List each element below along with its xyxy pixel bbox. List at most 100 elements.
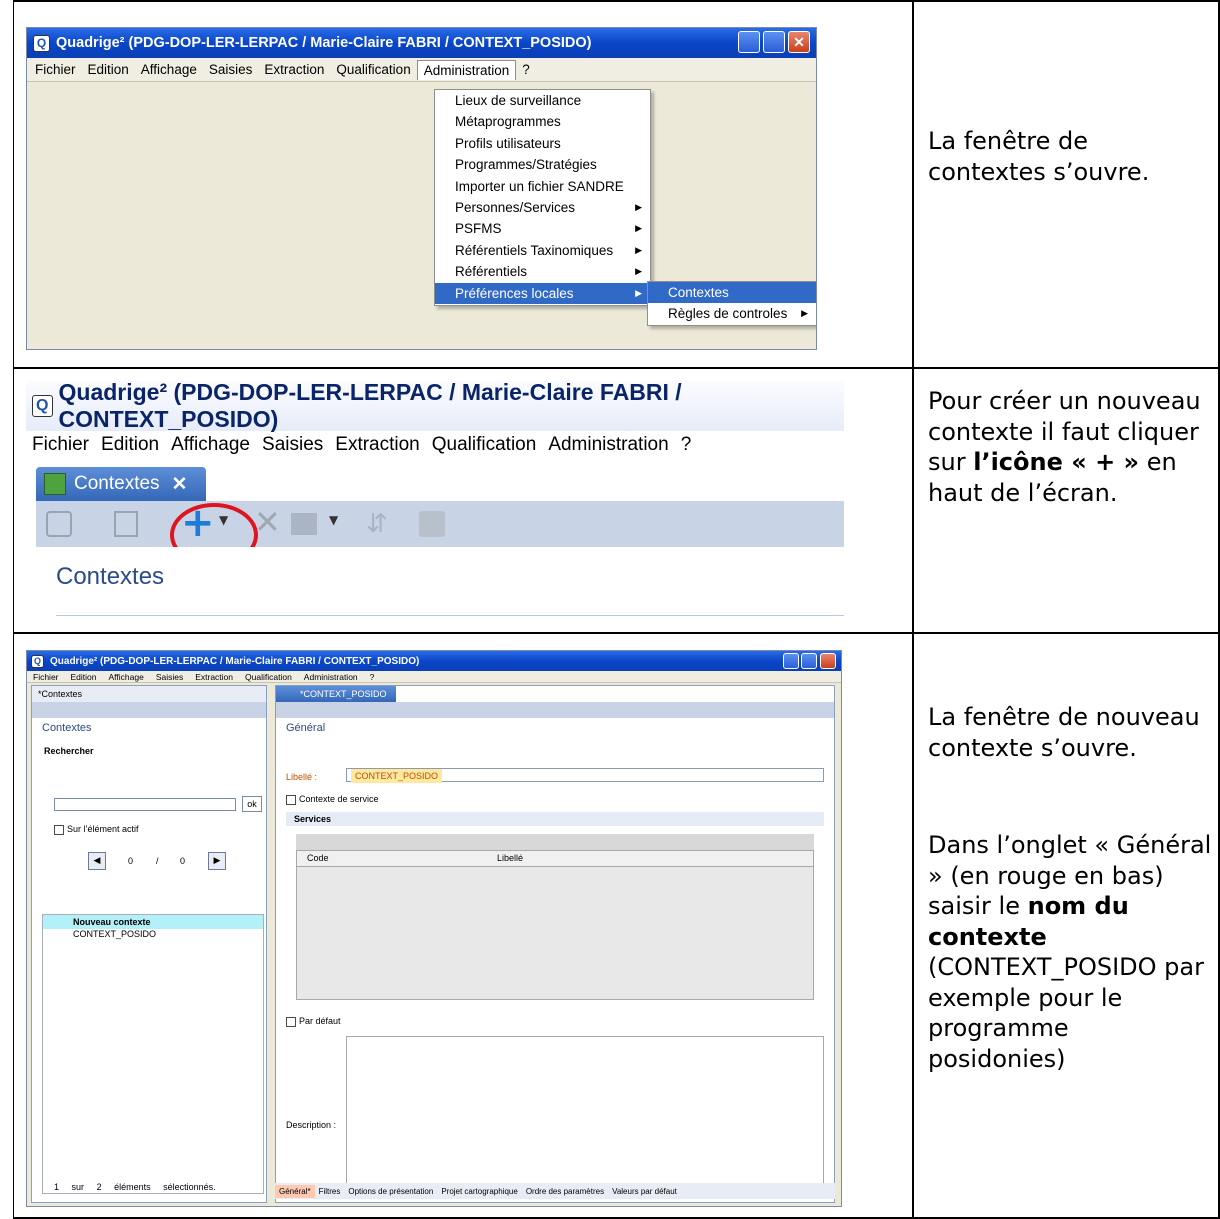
tab-context-posido[interactable]: *CONTEXT_POSIDO	[276, 686, 396, 702]
menu-edition[interactable]: Edition	[65, 672, 103, 682]
menu-item-label: Référentiels	[455, 264, 528, 280]
menu-fichier[interactable]: Fichier	[27, 672, 65, 682]
edit-icon[interactable]	[114, 511, 138, 537]
contextes-icon[interactable]	[419, 511, 445, 537]
menu-fichier[interactable]: Fichier	[26, 434, 95, 456]
menu-fichier[interactable]: Fichier	[29, 62, 82, 77]
next-button[interactable]: ▶	[208, 852, 226, 870]
menu-edition[interactable]: Edition	[95, 434, 165, 456]
right-heading: Général	[286, 722, 326, 734]
menu-item-personnes[interactable]: Personnes/Services ▶	[435, 197, 650, 218]
menu-bar: Fichier Edition Affichage Saisies Extrac…	[27, 58, 816, 82]
menu-extraction[interactable]: Extraction	[329, 434, 425, 456]
menu-bar: Fichier Edition Affichage Saisies Extrac…	[27, 671, 841, 683]
menu-item-psfms[interactable]: PSFMS ▶	[435, 218, 650, 239]
minimize-icon[interactable]	[783, 653, 799, 669]
checkbox[interactable]	[54, 824, 64, 835]
tab-contextes[interactable]: *Contextes	[32, 686, 266, 702]
libelle-input[interactable]: CONTEXT_POSIDO	[346, 768, 824, 783]
ok-button[interactable]: ok	[242, 796, 262, 812]
description-text: (CONTEXT_POSIDO par exemple pour le prog…	[928, 953, 1204, 1073]
export-icon[interactable]	[291, 513, 317, 535]
minimize-icon[interactable]	[738, 31, 760, 53]
menu-extraction[interactable]: Extraction	[258, 62, 330, 77]
menu-item-lieux[interactable]: Lieux de surveillance	[435, 90, 650, 111]
menu-administration[interactable]: Administration	[542, 434, 674, 456]
prev-button[interactable]: ◀	[88, 852, 106, 870]
row-divider	[13, 632, 1220, 634]
chevron-down-icon[interactable]: ▼	[329, 513, 338, 527]
menu-saisies[interactable]: Saisies	[203, 62, 259, 77]
active-element-checkbox[interactable]: Sur l’élément actif	[54, 824, 139, 835]
window-titlebar: Q Quadrige² (PDG-DOP-LER-LERPAC / Marie-…	[27, 28, 816, 58]
menu-edition[interactable]: Edition	[82, 62, 135, 77]
search-label: Rechercher	[44, 746, 94, 756]
menu-affichage[interactable]: Affichage	[165, 434, 256, 456]
menu-item-ref-taxinomiques[interactable]: Référentiels Taxinomiques ▶	[435, 240, 650, 261]
submenu-arrow-icon: ▶	[635, 244, 642, 255]
row-divider	[13, 367, 1220, 369]
checkbox[interactable]	[286, 794, 296, 805]
tab-options[interactable]: Options de présentation	[344, 1187, 437, 1196]
par-defaut-checkbox[interactable]: Par défaut	[286, 1016, 341, 1027]
menu-help[interactable]: ?	[364, 672, 381, 682]
menu-item-label: Règles de controles	[668, 306, 788, 322]
menu-item-preferences-locales[interactable]: Préférences locales ▶	[435, 282, 650, 304]
document-table: Q Quadrige² (PDG-DOP-LER-LERPAC / Marie-…	[0, 0, 1220, 1219]
tab-ordre[interactable]: Ordre des paramètres	[522, 1187, 608, 1196]
contextes-icon	[44, 473, 66, 495]
counter-b: 0	[180, 856, 186, 866]
tab-filtres[interactable]: Filtres	[315, 1187, 345, 1196]
menu-item-profils[interactable]: Profils utilisateurs	[435, 133, 650, 154]
row3-description-2: Dans l’onglet « Général » (en rouge en b…	[928, 830, 1213, 1074]
menu-item-referentiels[interactable]: Référentiels ▶	[435, 261, 650, 282]
menu-item-importer-sandre[interactable]: Importer un fichier SANDRE	[435, 176, 650, 197]
tab-projet[interactable]: Projet cartographique	[437, 1187, 522, 1196]
menu-item-contextes[interactable]: Contextes	[648, 282, 816, 304]
refresh-icon[interactable]	[46, 511, 72, 537]
tab-contextes[interactable]: Contextes ✕	[36, 467, 206, 501]
search-input[interactable]	[54, 798, 236, 811]
close-tab-icon[interactable]: ✕	[172, 473, 188, 496]
close-icon[interactable]: ✕	[788, 31, 810, 53]
menu-administration[interactable]: Administration	[416, 59, 517, 80]
menu-item-programmes[interactable]: Programmes/Stratégies	[435, 154, 650, 175]
checkbox-label: Par défaut	[299, 1016, 341, 1026]
menu-affichage[interactable]: Affichage	[135, 62, 203, 77]
screenshot-nouveau-contexte: Q Quadrige² (PDG-DOP-LER-LERPAC / Marie-…	[26, 650, 842, 1207]
sort-icon[interactable]: ⇵	[366, 509, 388, 539]
menu-item-metaprogrammes[interactable]: Métaprogrammes	[435, 111, 650, 132]
maximize-icon[interactable]	[801, 653, 817, 669]
divider	[56, 615, 844, 616]
row1-description: La fenêtre de contextes s’ouvre.	[928, 127, 1150, 186]
menu-help[interactable]: ?	[516, 62, 536, 77]
menu-extraction[interactable]: Extraction	[189, 672, 239, 682]
delete-icon[interactable]: ✕	[254, 503, 281, 541]
menu-saisies[interactable]: Saisies	[256, 434, 329, 456]
tree-item[interactable]: CONTEXT_POSIDO	[43, 929, 263, 939]
menu-administration[interactable]: Administration	[298, 672, 364, 682]
services-section[interactable]: Services	[286, 812, 824, 826]
menu-saisies[interactable]: Saisies	[150, 672, 189, 682]
table-left-border	[13, 0, 14, 1219]
menu-qualification[interactable]: Qualification	[239, 672, 298, 682]
screenshot-admin-menu: Q Quadrige² (PDG-DOP-LER-LERPAC / Marie-…	[26, 27, 817, 350]
preferences-submenu: Contextes Règles de controles ▶	[647, 281, 816, 326]
submenu-arrow-icon: ▶	[635, 266, 642, 277]
tab-label: Contextes	[74, 473, 160, 494]
menu-qualification[interactable]: Qualification	[330, 62, 416, 77]
checkbox[interactable]	[286, 1016, 296, 1027]
tab-valeurs[interactable]: Valeurs par défaut	[608, 1187, 681, 1196]
menu-help[interactable]: ?	[675, 434, 698, 456]
column-header-code[interactable]: Code	[297, 851, 487, 866]
menu-qualification[interactable]: Qualification	[426, 434, 543, 456]
tab-general[interactable]: Général*	[275, 1184, 315, 1198]
tree-item[interactable]: Nouveau contexte	[43, 915, 263, 929]
description-textarea[interactable]	[346, 1036, 824, 1186]
menu-item-regles[interactable]: Règles de controles ▶	[648, 303, 816, 324]
close-icon[interactable]	[820, 653, 836, 669]
context-service-checkbox[interactable]: Contexte de service	[286, 794, 379, 805]
menu-affichage[interactable]: Affichage	[103, 672, 150, 682]
maximize-icon[interactable]	[763, 31, 785, 53]
column-header-libelle[interactable]: Libellé	[487, 851, 533, 866]
